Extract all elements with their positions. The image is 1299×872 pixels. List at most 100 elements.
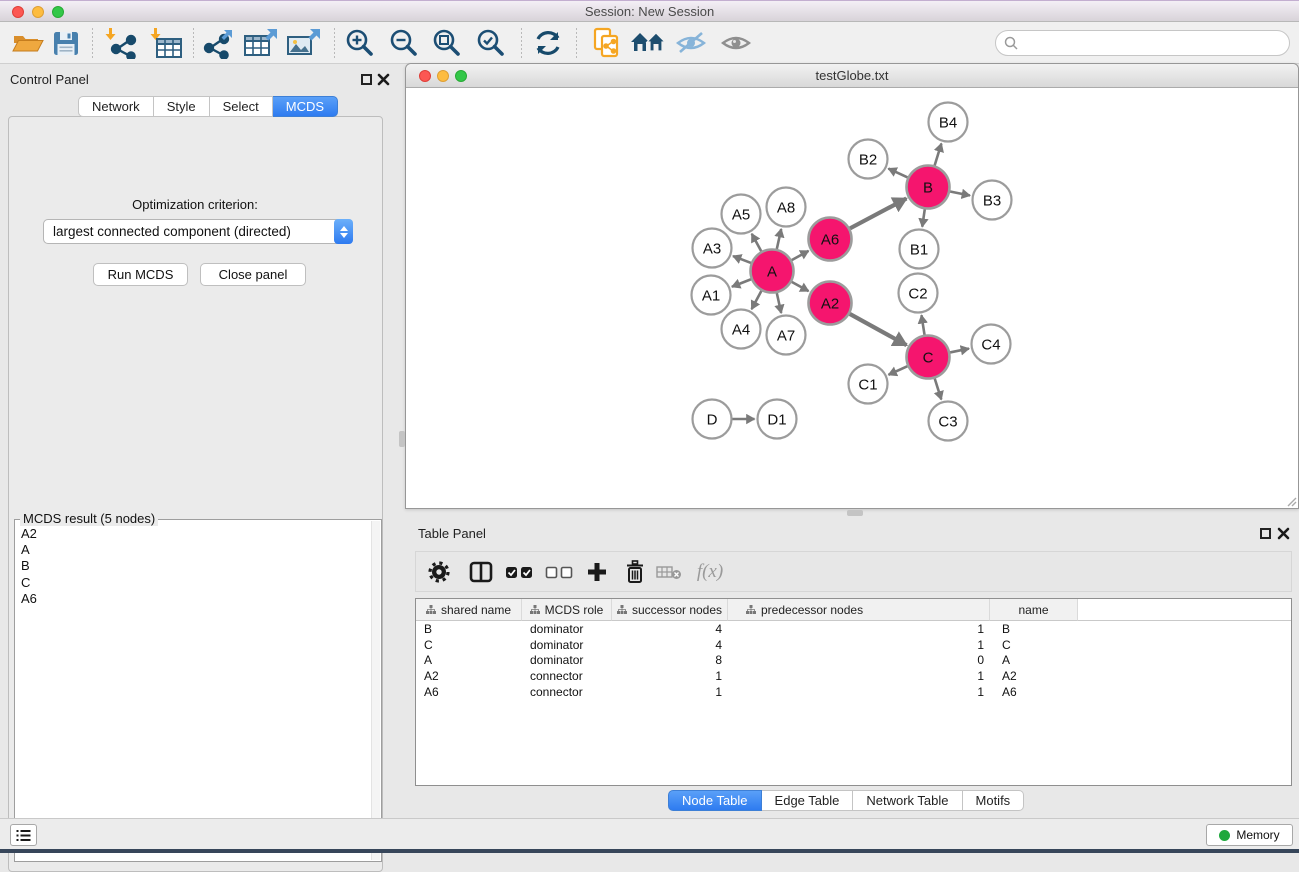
table-cell[interactable]: connector — [522, 684, 612, 700]
select-all-columns-icon[interactable] — [504, 559, 534, 585]
table-cell[interactable]: connector — [522, 668, 612, 684]
graph-edge-A6-B[interactable] — [850, 198, 906, 228]
graph-edge-A-A2[interactable] — [792, 282, 809, 291]
graph-node-D[interactable]: D — [693, 400, 732, 439]
export-table-icon[interactable] — [241, 27, 281, 59]
graph-edge-A-A8[interactable] — [777, 229, 781, 249]
graph-node-C2[interactable]: C2 — [899, 274, 938, 313]
tab-motifs[interactable]: Motifs — [963, 790, 1025, 811]
resize-grip[interactable] — [1286, 496, 1297, 507]
search-input[interactable] — [1019, 36, 1289, 51]
graph-node-A4[interactable]: A4 — [722, 310, 761, 349]
graph-edge-A-A7[interactable] — [777, 293, 781, 313]
column-header-MCDS-role[interactable]: MCDS role — [522, 599, 612, 621]
import-table-icon[interactable] — [146, 27, 186, 59]
graph-edge-A-A4[interactable] — [752, 291, 762, 309]
mcds-result-list[interactable]: A2ABCA6 — [21, 526, 367, 857]
graph-edge-A-A1[interactable] — [732, 279, 751, 287]
table-row[interactable]: Adominator80A — [416, 653, 1291, 669]
optimization-criterion-dropdown[interactable]: largest connected component (directed) — [43, 219, 353, 244]
vertical-splitter-handle[interactable] — [399, 431, 405, 447]
tab-node-table[interactable]: Node Table — [668, 790, 762, 811]
table-row[interactable]: Bdominator41B — [416, 621, 1291, 637]
mcds-result-item[interactable]: A2 — [21, 526, 367, 542]
graph-node-A7[interactable]: A7 — [767, 316, 806, 355]
graph-node-B4[interactable]: B4 — [929, 103, 968, 142]
zoom-in-icon[interactable] — [341, 27, 381, 59]
table-cell[interactable]: 1 — [612, 684, 728, 700]
table-cell[interactable]: 1 — [612, 668, 728, 684]
open-session-icon[interactable] — [8, 27, 48, 59]
horizontal-splitter-handle[interactable] — [847, 510, 863, 516]
graph-node-C3[interactable]: C3 — [929, 402, 968, 441]
mcds-result-item[interactable]: A6 — [21, 591, 367, 607]
table-cell[interactable]: A2 — [990, 668, 1078, 684]
table-cell[interactable]: dominator — [522, 637, 612, 653]
graph-node-A1[interactable]: A1 — [692, 276, 731, 315]
graph-edge-A-A3[interactable] — [733, 256, 751, 263]
column-header-name[interactable]: name — [990, 599, 1078, 621]
graph-node-C[interactable]: C — [907, 336, 950, 379]
mcds-result-item[interactable]: A — [21, 542, 367, 558]
table-row[interactable]: Cdominator41C — [416, 637, 1291, 653]
column-header-predecessor-nodes[interactable]: predecessor nodes — [728, 599, 990, 621]
save-session-icon[interactable] — [46, 27, 86, 59]
zoom-selected-icon[interactable] — [472, 27, 512, 59]
graph-edge-C-C1[interactable] — [889, 366, 908, 375]
import-network-icon[interactable] — [101, 27, 141, 59]
table-cell[interactable]: A6 — [990, 684, 1078, 700]
tab-edge-table[interactable]: Edge Table — [762, 790, 854, 811]
table-cell[interactable]: A6 — [416, 684, 522, 700]
close-panel-icon[interactable] — [377, 73, 390, 86]
table-cell[interactable]: A — [416, 653, 522, 669]
share-session-icon[interactable] — [587, 27, 627, 59]
table-cell[interactable]: C — [416, 637, 522, 653]
graph-edge-B-B4[interactable] — [935, 144, 942, 166]
network-window-titlebar[interactable]: testGlobe.txt — [406, 64, 1298, 88]
graph-edge-A2-C[interactable] — [850, 314, 907, 345]
table-cell[interactable]: A — [990, 653, 1078, 669]
zoom-out-icon[interactable] — [385, 27, 425, 59]
close-panel-button[interactable]: Close panel — [200, 263, 306, 286]
table-cell[interactable]: 4 — [612, 637, 728, 653]
table-cell[interactable]: A2 — [416, 668, 522, 684]
run-mcds-button[interactable]: Run MCDS — [93, 263, 188, 286]
mcds-result-item[interactable]: B — [21, 558, 367, 574]
tab-mcds[interactable]: MCDS — [273, 96, 338, 117]
graph-edge-A-A5[interactable] — [752, 234, 762, 251]
float-panel-icon[interactable] — [361, 74, 372, 85]
table-cell[interactable]: dominator — [522, 621, 612, 637]
table-cell[interactable]: 8 — [612, 653, 728, 669]
mcds-result-item[interactable]: C — [21, 575, 367, 591]
graph-node-A3[interactable]: A3 — [693, 229, 732, 268]
export-network-icon[interactable] — [199, 27, 239, 59]
table-cell[interactable]: 1 — [728, 637, 990, 653]
table-cell[interactable]: C — [990, 637, 1078, 653]
table-float-panel-icon[interactable] — [1260, 528, 1271, 539]
graph-node-C1[interactable]: C1 — [849, 365, 888, 404]
tab-style[interactable]: Style — [154, 96, 210, 117]
task-history-button[interactable] — [10, 824, 37, 846]
column-view-icon[interactable] — [466, 559, 496, 585]
graph-edge-B-B2[interactable] — [888, 169, 907, 178]
add-column-icon[interactable] — [582, 559, 612, 585]
home-icon[interactable] — [628, 27, 668, 59]
graph-node-B3[interactable]: B3 — [973, 181, 1012, 220]
search-box[interactable] — [995, 30, 1290, 56]
table-cell[interactable]: 4 — [612, 621, 728, 637]
deselect-all-columns-icon[interactable] — [544, 559, 574, 585]
tab-network-table[interactable]: Network Table — [853, 790, 962, 811]
memory-button[interactable]: Memory — [1206, 824, 1293, 846]
table-row[interactable]: A6connector11A6 — [416, 684, 1291, 700]
column-header-shared-name[interactable]: shared name — [416, 599, 522, 621]
graph-edge-B-B1[interactable] — [922, 209, 925, 226]
graph-node-A2[interactable]: A2 — [809, 282, 852, 325]
table-cell[interactable]: B — [416, 621, 522, 637]
graph-node-C4[interactable]: C4 — [972, 325, 1011, 364]
table-cell[interactable]: 0 — [728, 653, 990, 669]
graph-edge-C-C4[interactable] — [950, 349, 969, 353]
table-cell[interactable]: 1 — [728, 621, 990, 637]
graph-node-A6[interactable]: A6 — [809, 218, 852, 261]
table-cell[interactable]: 1 — [728, 668, 990, 684]
table-row[interactable]: A2connector11A2 — [416, 668, 1291, 684]
